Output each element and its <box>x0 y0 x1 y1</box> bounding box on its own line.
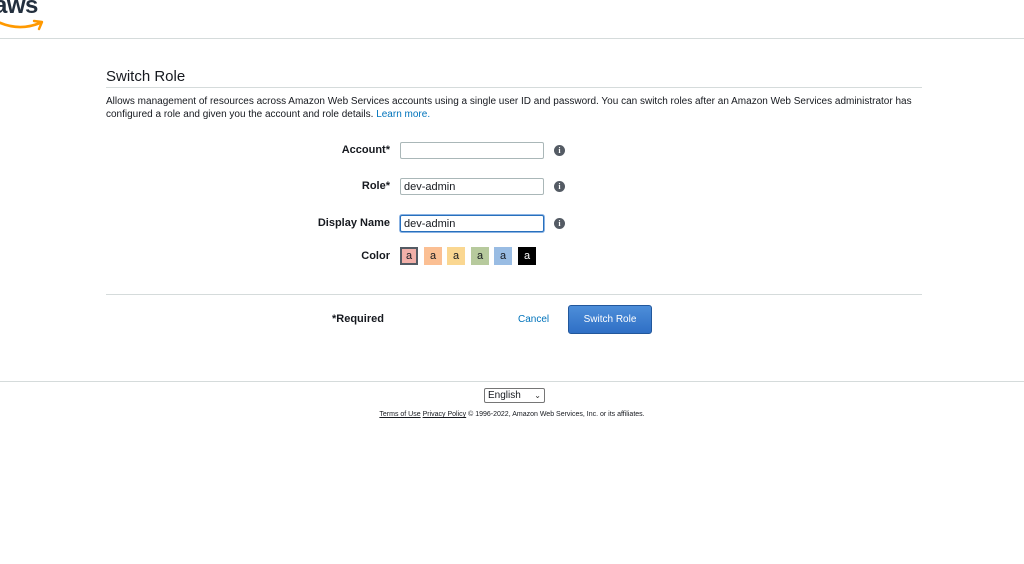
description-text: Allows management of resources across Am… <box>106 96 912 120</box>
role-label: Role* <box>361 180 390 192</box>
form-divider <box>106 294 922 295</box>
color-swatch-2[interactable]: a <box>424 247 442 265</box>
terms-of-use-link[interactable]: Terms of Use <box>379 411 420 418</box>
color-swatch-3[interactable]: a <box>447 247 465 265</box>
role-info-icon[interactable]: i <box>554 181 565 192</box>
color-swatch-4[interactable]: a <box>471 247 489 265</box>
footer-divider <box>0 381 1024 382</box>
display-name-input[interactable] <box>400 215 544 232</box>
learn-more-link[interactable]: Learn more. <box>376 109 430 120</box>
color-swatch-6[interactable]: a <box>518 247 536 265</box>
display-name-info-icon[interactable]: i <box>554 218 565 229</box>
title-divider <box>106 87 922 88</box>
color-swatch-1[interactable]: a <box>400 247 418 265</box>
chevron-down-icon: ⌄ <box>534 391 541 400</box>
page-title: Switch Role <box>106 68 186 85</box>
copyright-text: © 1996-2022, Amazon Web Services, Inc. o… <box>468 411 645 418</box>
language-value: English <box>488 390 521 401</box>
language-select[interactable]: English ⌄ <box>484 388 545 403</box>
top-bar: aws <box>0 0 1024 39</box>
display-name-label: Display Name <box>317 217 390 229</box>
required-note: *Required <box>332 313 384 325</box>
page-description: Allows management of resources across Am… <box>106 95 926 121</box>
account-label: Account* <box>341 144 390 156</box>
switch-role-button[interactable]: Switch Role <box>568 305 652 334</box>
account-input[interactable] <box>400 142 544 159</box>
account-info-icon[interactable]: i <box>554 145 565 156</box>
aws-smile-icon <box>0 19 44 31</box>
aws-logo[interactable]: aws <box>0 0 54 38</box>
role-input[interactable] <box>400 178 544 195</box>
footer-legal: Terms of Use Privacy Policy © 1996-2022,… <box>0 411 1024 418</box>
cancel-link[interactable]: Cancel <box>518 314 549 325</box>
aws-logo-text: aws <box>0 0 38 19</box>
privacy-policy-link[interactable]: Privacy Policy <box>423 411 467 418</box>
color-label: Color <box>361 250 390 262</box>
color-swatch-5[interactable]: a <box>494 247 512 265</box>
